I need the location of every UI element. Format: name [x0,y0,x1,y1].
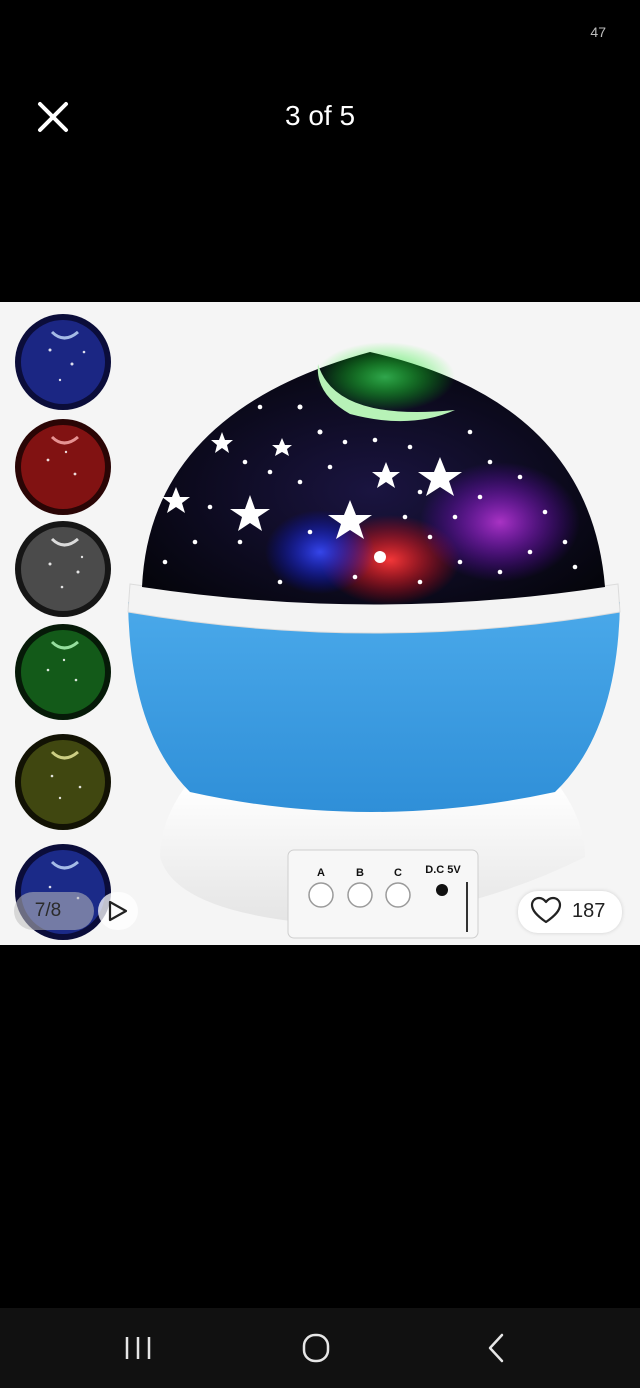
panel-button-b [347,882,373,908]
panel-label-c: C [394,867,402,879]
heart-icon [530,896,562,924]
dc-port [436,884,448,896]
recents-button[interactable] [118,1330,158,1366]
star-projector-lamp-image: A B C D.C 5V [15,314,621,940]
panel-label-a: A [317,867,325,879]
back-button[interactable] [476,1330,516,1366]
like-button[interactable] [518,891,622,933]
home-button[interactable] [296,1330,336,1366]
panel-button-c [385,882,411,908]
image-counter: 7/8 [34,900,62,921]
play-icon [108,900,128,922]
color-mode-thumbnails [15,314,111,940]
panel-button-a [308,882,334,908]
page-title: 3 of 5 [284,100,356,131]
lamp-blue-band [128,602,620,812]
panel-label-dc: D.C 5V [425,864,461,876]
system-navigation-bar [0,1308,640,1388]
play-button[interactable] [98,892,138,930]
like-count: 187 [572,900,606,922]
product-image[interactable]: A B C D.C 5V [0,302,640,945]
back-icon [488,1333,504,1363]
panel-label-b: B [356,867,364,879]
recents-icon [125,1337,151,1359]
status-count: 47 [590,24,606,40]
home-icon [302,1333,330,1363]
